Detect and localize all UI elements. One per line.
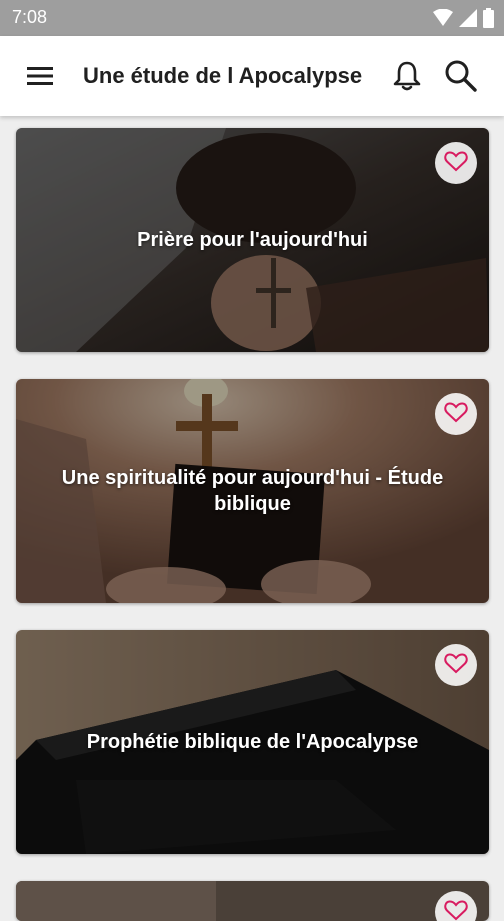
app-bar: Une étude de l Apocalypse xyxy=(0,36,504,116)
notifications-button[interactable] xyxy=(390,58,424,94)
heart-outline-icon xyxy=(444,899,468,921)
heart-outline-icon xyxy=(444,652,468,679)
status-icons xyxy=(433,8,494,28)
article-card-prophecy[interactable]: Prophétie biblique de l'Apocalypse xyxy=(16,630,489,854)
article-card-partial[interactable] xyxy=(16,881,489,921)
search-button[interactable] xyxy=(443,58,479,94)
card-title: Prophétie biblique de l'Apocalypse xyxy=(36,630,469,854)
wifi-icon xyxy=(433,9,453,27)
card-image-partial xyxy=(16,881,489,921)
favorite-button[interactable] xyxy=(435,644,477,686)
heart-outline-icon xyxy=(444,150,468,177)
bell-icon xyxy=(390,81,424,98)
menu-icon xyxy=(24,77,56,94)
signal-icon xyxy=(459,9,477,27)
article-card-prayer[interactable]: Prière pour l'aujourd'hui xyxy=(16,128,489,352)
battery-icon xyxy=(483,8,494,28)
page-title: Une étude de l Apocalypse xyxy=(83,63,362,89)
status-bar: 7:08 xyxy=(0,0,504,36)
card-title: Une spiritualité pour aujourd'hui - Étud… xyxy=(36,379,469,603)
menu-button[interactable] xyxy=(24,62,56,90)
favorite-button[interactable] xyxy=(435,393,477,435)
heart-outline-icon xyxy=(444,401,468,428)
article-card-spirituality[interactable]: Une spiritualité pour aujourd'hui - Étud… xyxy=(16,379,489,603)
favorite-button[interactable] xyxy=(435,142,477,184)
search-icon xyxy=(443,81,479,98)
card-title: Prière pour l'aujourd'hui xyxy=(36,128,469,352)
status-time: 7:08 xyxy=(12,7,47,28)
